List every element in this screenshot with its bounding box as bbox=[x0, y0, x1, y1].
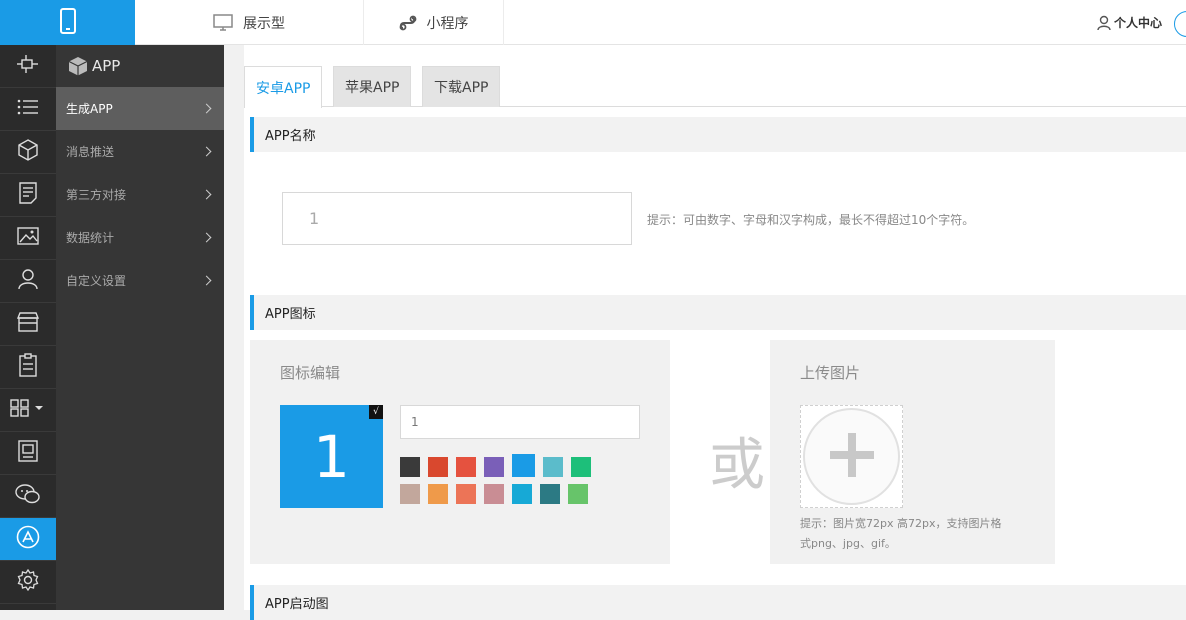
app-name-hint: 提示：可由数字、字母和汉字构成，最长不得超过10个字符。 bbox=[647, 213, 975, 227]
settings-icon bbox=[17, 568, 39, 595]
icon-text-input[interactable] bbox=[400, 405, 640, 439]
app-submenu: APP 生成APP 消息推送 第三方对接 数据统计 自定义设置 bbox=[56, 45, 224, 610]
miniprogram-icon bbox=[399, 14, 417, 32]
color-swatch[interactable] bbox=[571, 457, 591, 477]
section-title-splash: APP启动图 bbox=[250, 585, 1186, 620]
or-label: 或 bbox=[709, 433, 765, 498]
submenu-item-label: 第三方对接 bbox=[66, 188, 127, 202]
submenu-item-statistics[interactable]: 数据统计 bbox=[56, 216, 224, 259]
monitor-icon bbox=[213, 13, 233, 32]
document-icon bbox=[18, 182, 38, 208]
color-swatch[interactable] bbox=[512, 484, 532, 504]
color-swatch[interactable] bbox=[484, 484, 504, 504]
tab-android-app[interactable]: 安卓APP bbox=[244, 66, 323, 108]
color-swatch[interactable] bbox=[484, 457, 504, 477]
submenu-item-generate-app[interactable]: 生成APP bbox=[56, 87, 224, 130]
sidebar-icon-store[interactable] bbox=[0, 303, 56, 346]
plugin-icon bbox=[16, 54, 40, 78]
grid-icon bbox=[10, 399, 46, 421]
sidebar-icon-clipboard[interactable] bbox=[0, 346, 56, 389]
submenu-item-push[interactable]: 消息推送 bbox=[56, 130, 224, 173]
sidebar-icon-settings[interactable] bbox=[0, 561, 56, 604]
chevron-right-icon bbox=[201, 232, 212, 243]
chevron-right-icon bbox=[201, 146, 212, 157]
icon-preview-text: 1 bbox=[313, 422, 350, 491]
phone-icon bbox=[59, 7, 76, 38]
upload-circle bbox=[803, 408, 900, 505]
check-icon: √ bbox=[369, 405, 383, 419]
sidebar-icon-document[interactable] bbox=[0, 174, 56, 217]
sidebar-icon-list[interactable] bbox=[0, 88, 56, 131]
user-center-link[interactable]: 个人中心 bbox=[1097, 0, 1162, 45]
chevron-right-icon bbox=[201, 103, 212, 114]
upload-image-button[interactable] bbox=[800, 405, 903, 508]
section-title-app-icon: APP图标 bbox=[250, 295, 1186, 330]
section-title-app-name: APP名称 bbox=[250, 117, 1186, 152]
submenu-item-custom-settings[interactable]: 自定义设置 bbox=[56, 259, 224, 302]
upload-title: 上传图片 bbox=[800, 364, 861, 382]
submenu-item-label: 生成APP bbox=[66, 102, 113, 116]
sidebar-icon-plugin[interactable] bbox=[0, 45, 56, 88]
color-swatch[interactable] bbox=[428, 457, 448, 477]
submenu-header: APP bbox=[56, 45, 224, 87]
icon-editor-card: 图标编辑 1 √ bbox=[250, 340, 670, 564]
color-swatch[interactable] bbox=[400, 457, 420, 477]
upload-hint-line2: 式png、jpg、gif。 bbox=[800, 537, 896, 550]
top-tab-miniprogram[interactable]: 小程序 bbox=[364, 0, 504, 45]
top-navbar: 展示型 小程序 个人中心 bbox=[0, 0, 1186, 45]
icon-editor-title: 图标编辑 bbox=[280, 364, 341, 382]
upload-hint-line1: 提示：图片宽72px 高72px，支持图片格 bbox=[800, 517, 1002, 530]
submenu-item-third-party[interactable]: 第三方对接 bbox=[56, 173, 224, 216]
store-icon bbox=[16, 312, 40, 336]
main-content: 安卓APP 苹果APP 下载APP APP名称 提示：可由数字、字母和汉字构成，… bbox=[224, 45, 1186, 620]
color-swatch[interactable] bbox=[512, 454, 535, 477]
user-icon bbox=[1097, 15, 1111, 31]
app-name-input[interactable] bbox=[282, 192, 632, 245]
sidebar-icon-image[interactable] bbox=[0, 217, 56, 260]
sidebar-icon-book[interactable] bbox=[0, 432, 56, 475]
chevron-right-icon bbox=[201, 275, 212, 286]
chevron-right-icon bbox=[201, 189, 212, 200]
color-swatch[interactable] bbox=[428, 484, 448, 504]
image-icon bbox=[17, 227, 39, 249]
platform-tabs: 安卓APP 苹果APP 下载APP bbox=[244, 66, 1186, 108]
submenu-item-label: 自定义设置 bbox=[66, 274, 127, 288]
submenu-item-label: 数据统计 bbox=[66, 231, 115, 245]
app-store-icon bbox=[16, 525, 40, 553]
color-swatch[interactable] bbox=[400, 484, 420, 504]
color-swatches bbox=[400, 454, 595, 504]
cube-icon bbox=[68, 56, 88, 76]
color-swatch[interactable] bbox=[456, 484, 476, 504]
clipboard-icon bbox=[18, 353, 38, 381]
top-tab-label: 小程序 bbox=[426, 15, 469, 32]
logo-tab[interactable] bbox=[0, 0, 135, 45]
box-icon bbox=[17, 139, 39, 165]
profile-button[interactable] bbox=[1174, 11, 1186, 37]
sidebar-icon-grid[interactable] bbox=[0, 389, 56, 432]
color-swatch[interactable] bbox=[456, 457, 476, 477]
sidebar-icon-user[interactable] bbox=[0, 260, 56, 303]
sidebar-icon-box[interactable] bbox=[0, 131, 56, 174]
list-icon bbox=[17, 99, 39, 119]
submenu-item-label: 消息推送 bbox=[66, 145, 115, 159]
icon-sidebar bbox=[0, 45, 56, 610]
upload-card: 上传图片 提示：图片宽72px 高72px，支持图片格 式png、jpg、gif… bbox=[770, 340, 1055, 564]
user-center-label: 个人中心 bbox=[1113, 16, 1162, 30]
wechat-icon bbox=[15, 484, 41, 508]
tab-download-app[interactable]: 下载APP bbox=[422, 66, 501, 107]
sidebar-icon-wechat[interactable] bbox=[0, 475, 56, 518]
top-tab-display[interactable]: 展示型 bbox=[135, 0, 364, 45]
user-icon bbox=[18, 268, 38, 294]
color-swatch[interactable] bbox=[568, 484, 588, 504]
submenu-title: APP bbox=[92, 57, 121, 75]
sidebar-icon-app-store[interactable] bbox=[0, 518, 56, 561]
color-swatch[interactable] bbox=[543, 457, 563, 477]
plus-icon bbox=[828, 431, 876, 483]
top-tab-label: 展示型 bbox=[243, 15, 285, 32]
color-swatch[interactable] bbox=[540, 484, 560, 504]
icon-preview: 1 √ bbox=[280, 405, 383, 508]
book-icon bbox=[18, 440, 38, 466]
tab-ios-app[interactable]: 苹果APP bbox=[333, 66, 412, 107]
